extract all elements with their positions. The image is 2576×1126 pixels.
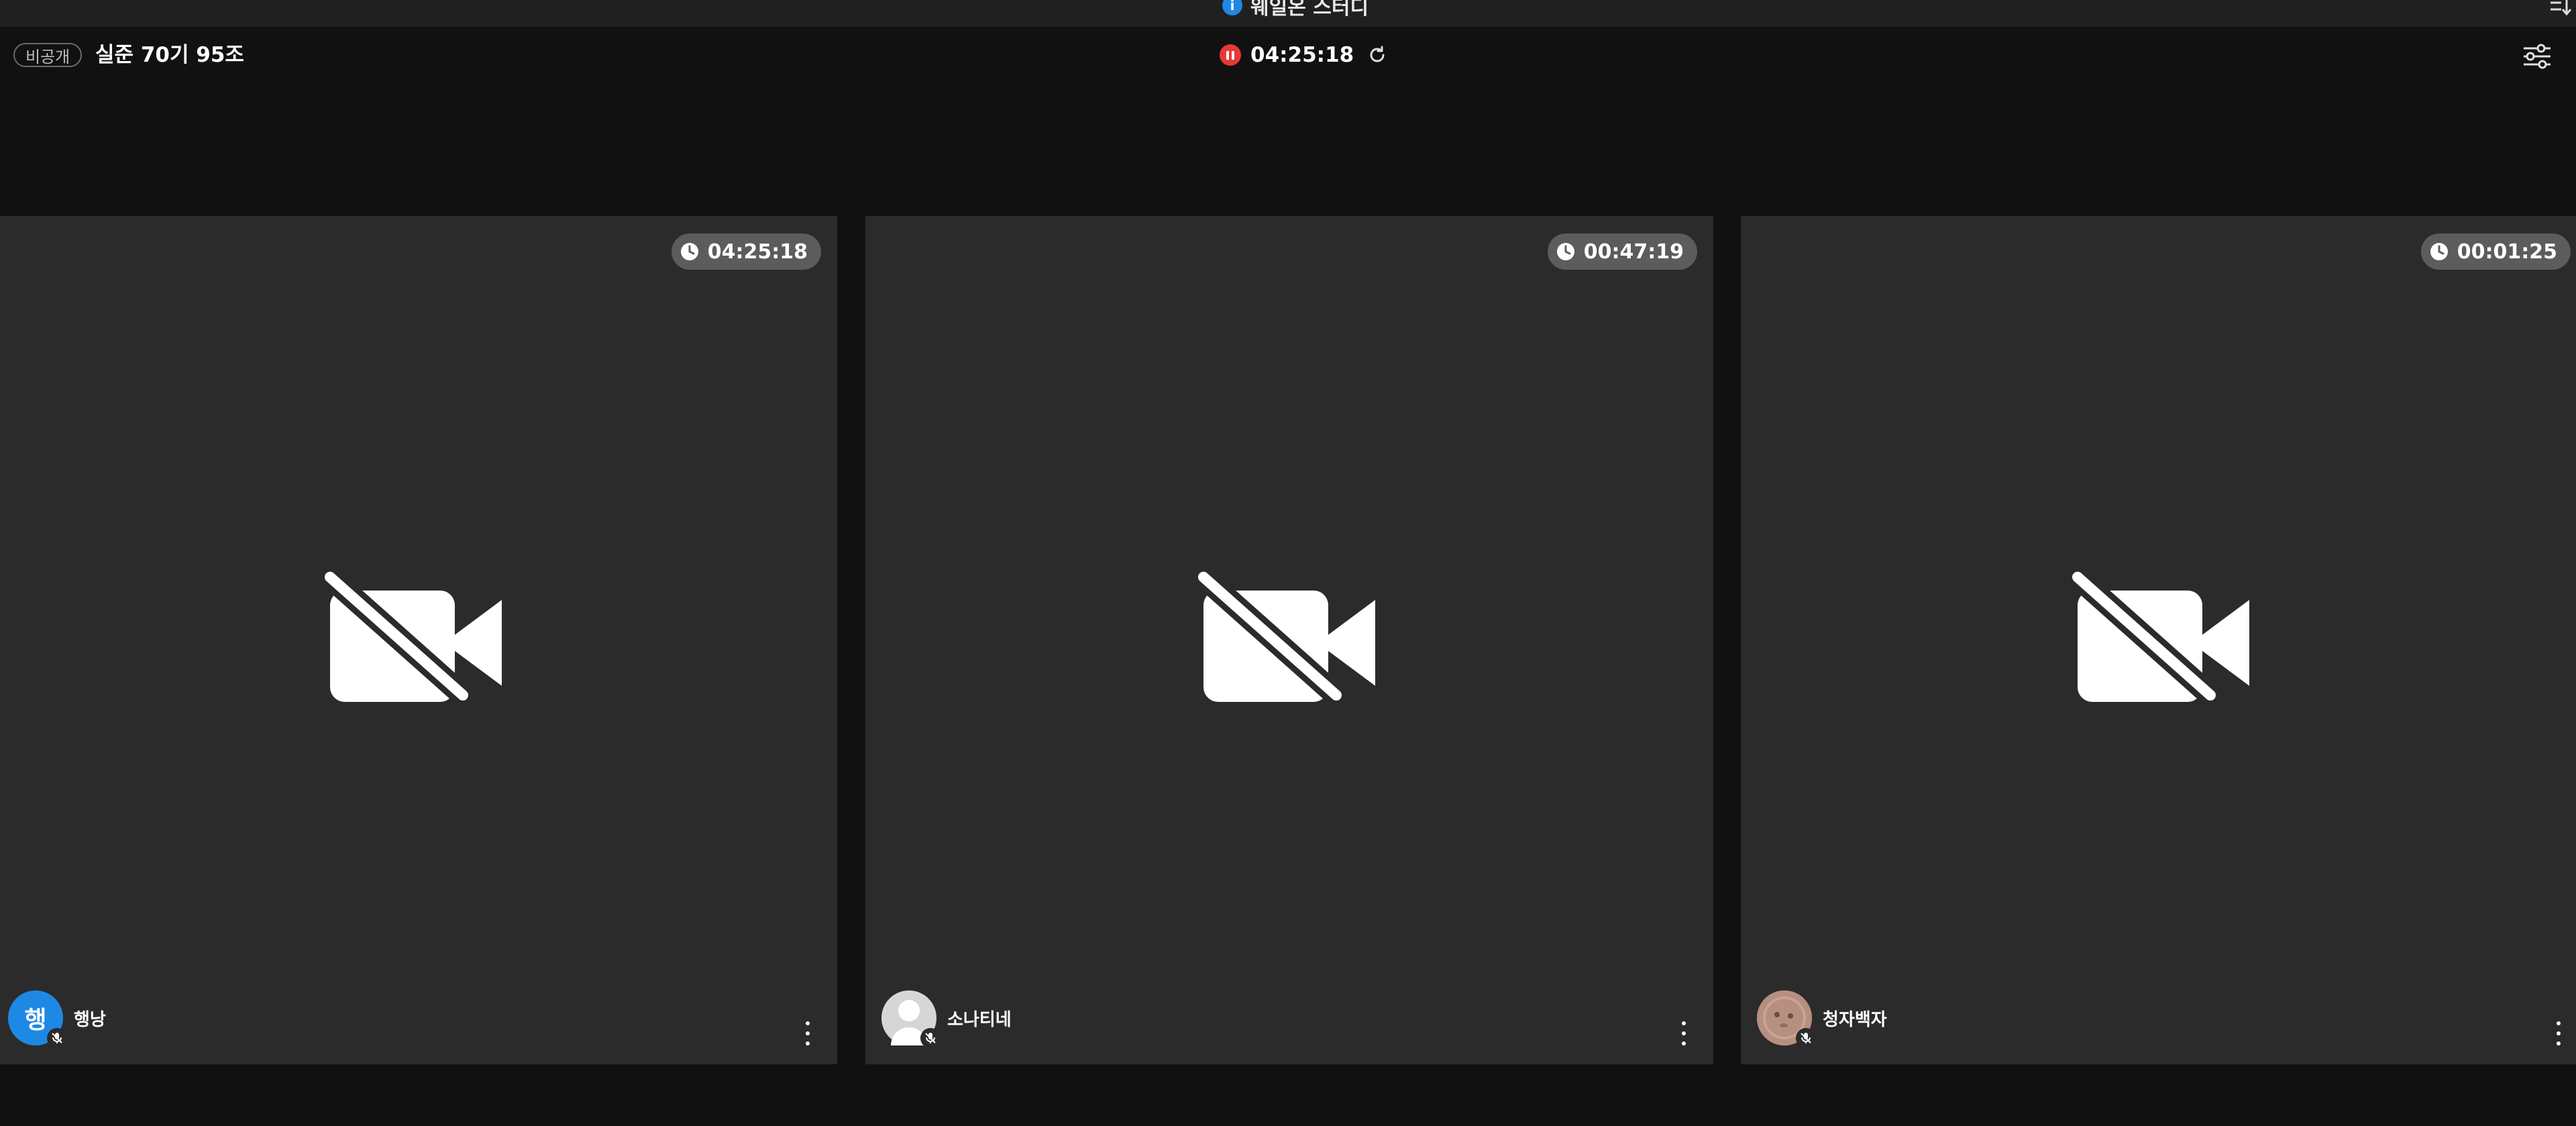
avatar-letter: 행 — [24, 1007, 47, 1034]
more-options-icon[interactable] — [2552, 1021, 2565, 1045]
refresh-icon[interactable] — [1367, 45, 1387, 65]
notice-bar: i 웨일온 스터디 — [0, 0, 2576, 27]
participant-name: 소나티네 — [947, 1009, 1012, 1030]
participant-name: 행낭 — [74, 1009, 106, 1030]
participant-info: 소나티네 — [881, 990, 1012, 1048]
mic-off-icon — [920, 1028, 941, 1048]
avatar: 행 — [8, 990, 67, 1048]
mic-off-icon — [47, 1028, 67, 1048]
notice-content[interactable]: i 웨일온 스터디 — [1222, 0, 1368, 19]
participant-info: 청자백자 — [1757, 990, 1887, 1048]
study-timer-text: 04:25:18 — [1250, 43, 1354, 67]
camera-off-icon — [1198, 572, 1375, 706]
room-header: 비공개 실준 70기 95조 04:25:18 — [0, 27, 2576, 87]
video-tile[interactable]: 00:47:19 소나티네 — [865, 216, 1713, 1064]
clock-icon — [2430, 243, 2448, 260]
elapsed-time-pill: 00:47:19 — [1547, 234, 1697, 270]
elapsed-time-pill: 04:25:18 — [671, 234, 821, 270]
more-options-icon[interactable] — [801, 1021, 814, 1045]
video-tile[interactable]: 04:25:18 행 행낭 — [0, 216, 837, 1064]
elapsed-time: 04:25:18 — [707, 240, 808, 264]
avatar — [1757, 990, 1816, 1048]
privacy-badge: 비공개 — [13, 43, 83, 67]
info-icon: i — [1222, 0, 1242, 15]
elapsed-time-pill: 00:01:25 — [2420, 234, 2571, 270]
mic-off-icon — [1796, 1028, 1816, 1048]
clock-icon — [680, 243, 698, 260]
sort-toggle-icon[interactable] — [2549, 0, 2572, 16]
video-tile[interactable]: 00:01:25 청자백자 — [1741, 216, 2576, 1064]
camera-off-icon — [325, 572, 502, 706]
study-timer: 04:25:18 — [1220, 43, 1387, 67]
pause-icon[interactable] — [1220, 44, 1241, 66]
settings-sliders-icon[interactable] — [2522, 43, 2552, 70]
elapsed-time: 00:01:25 — [2457, 240, 2557, 264]
notice-text: 웨일온 스터디 — [1250, 0, 1369, 19]
participant-name: 청자백자 — [1823, 1009, 1887, 1030]
more-options-icon[interactable] — [1677, 1021, 1690, 1045]
participant-info: 행 행낭 — [8, 990, 106, 1048]
elapsed-time: 00:47:19 — [1583, 240, 1684, 264]
camera-off-icon — [2072, 572, 2249, 706]
room-title: 실준 70기 95조 — [95, 43, 244, 67]
avatar — [881, 990, 941, 1048]
clock-icon — [1556, 243, 1574, 260]
